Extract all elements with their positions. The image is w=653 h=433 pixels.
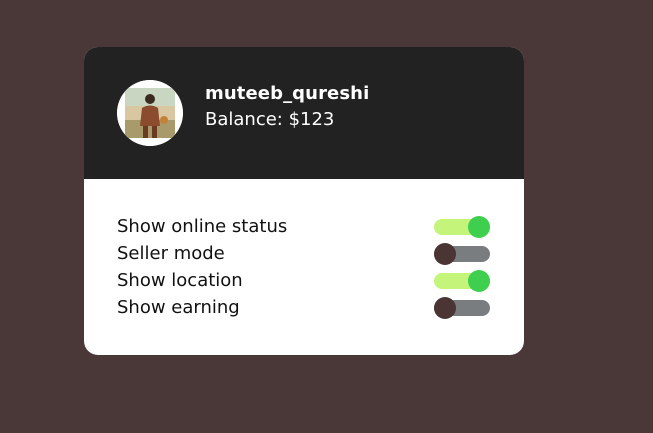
toggle-knob [468,269,490,292]
profile-header: muteeb_qureshi Balance: $123 [84,47,524,179]
seller-mode-toggle[interactable] [434,242,490,265]
toggle-knob [434,242,456,265]
setting-row-location: Show location [117,267,491,294]
setting-label: Show online status [117,216,288,237]
profile-settings-card: muteeb_qureshi Balance: $123 Show online… [84,47,524,355]
setting-label: Show location [117,270,243,291]
balance: Balance: $123 [205,109,335,130]
settings-list: Show online status Seller mode Show loca… [117,213,491,321]
avatar[interactable] [117,80,183,146]
toggle-knob [468,215,490,238]
earning-toggle[interactable] [434,296,490,319]
setting-label: Show earning [117,297,240,318]
setting-row-online-status: Show online status [117,213,491,240]
location-toggle[interactable] [434,269,490,292]
setting-label: Seller mode [117,243,225,264]
username: muteeb_qureshi [205,83,370,104]
toggle-knob [434,296,456,319]
online-status-toggle[interactable] [434,215,490,238]
setting-row-earning: Show earning [117,294,491,321]
setting-row-seller-mode: Seller mode [117,240,491,267]
avatar-photo [117,80,183,146]
